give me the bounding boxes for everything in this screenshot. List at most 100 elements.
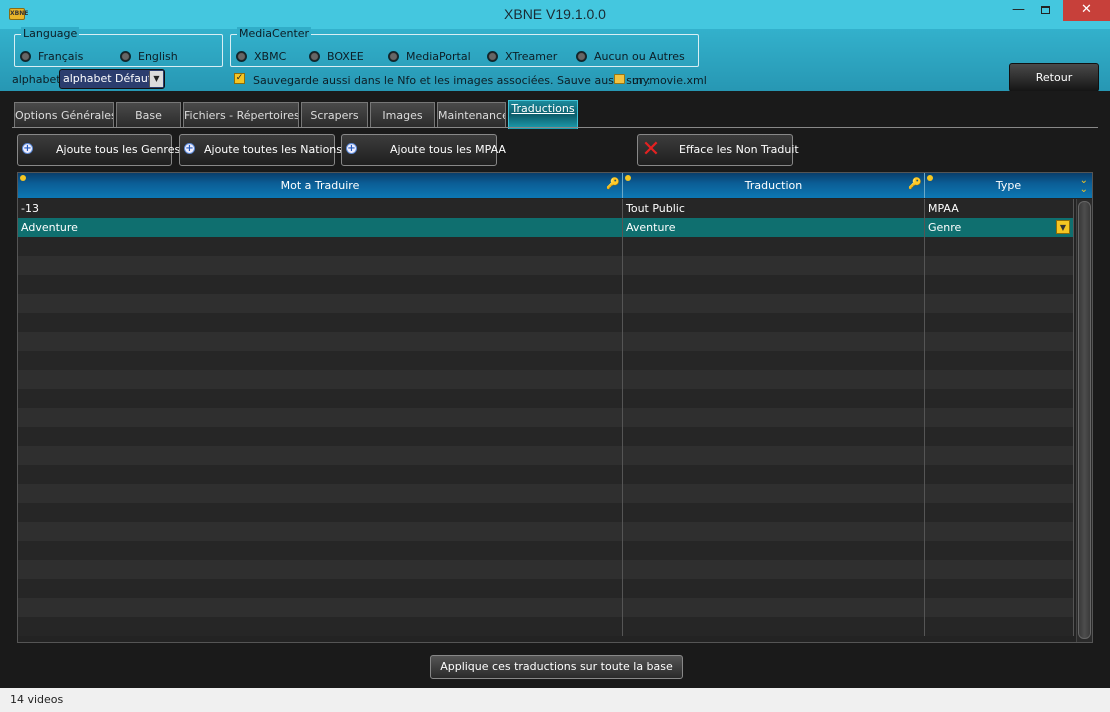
- table-cell: [623, 294, 925, 313]
- tab-strip: Options Générales Base Fichiers - Répert…: [0, 91, 1110, 130]
- tab-scrapers[interactable]: Scrapers: [301, 102, 368, 128]
- table-cell: [925, 617, 1074, 636]
- tab-options-generales[interactable]: Options Générales: [14, 102, 114, 128]
- table-cell: [623, 560, 925, 579]
- table-cell: [623, 541, 925, 560]
- language-group: Language Français English: [14, 27, 223, 67]
- alphabet-select[interactable]: alphabet Défaut ▼: [59, 69, 165, 89]
- maximize-button[interactable]: [1032, 0, 1059, 21]
- column-header-type[interactable]: Type ⌄ ⌄: [925, 173, 1092, 198]
- table-row[interactable]: Adventure Aventure Genre ▼: [18, 218, 1074, 237]
- tab-base[interactable]: Base: [116, 102, 181, 128]
- add-genres-label: Ajoute tous les Genres: [56, 143, 181, 156]
- cell-text: Genre: [928, 221, 962, 234]
- add-mpaa-button[interactable]: + Ajoute tous les MPAA: [341, 134, 506, 166]
- table-cell[interactable]: -13: [18, 199, 623, 218]
- table-cell: [18, 484, 623, 503]
- empty-row: [18, 256, 1074, 275]
- radio-dot-icon: [388, 51, 399, 62]
- translations-grid[interactable]: Mot a Traduire 🔑 Traduction 🔑 Type ⌄ ⌄ -1…: [17, 172, 1093, 643]
- radio-xtreamer[interactable]: XTreamer: [487, 50, 557, 63]
- apply-translations-button[interactable]: Applique ces traductions sur toute la ba…: [430, 655, 683, 679]
- table-cell: [18, 522, 623, 541]
- add-mpaa-label: Ajoute tous les MPAA: [390, 143, 506, 156]
- table-cell: [18, 294, 623, 313]
- tab-maintenance[interactable]: Maintenance: [437, 102, 506, 128]
- empty-row: [18, 427, 1074, 446]
- close-button[interactable]: ✕: [1063, 0, 1110, 21]
- empty-row: [18, 503, 1074, 522]
- sort-dot-icon: [20, 175, 26, 181]
- radio-dot-icon: [20, 51, 31, 62]
- cell-text: Tout Public: [626, 202, 685, 215]
- radio-label: English: [138, 50, 178, 63]
- sort-dot-icon: [625, 175, 631, 181]
- cell-text: Aventure: [626, 221, 676, 234]
- radio-dot-icon: [487, 51, 498, 62]
- add-icon: +: [346, 143, 357, 154]
- table-cell: [18, 503, 623, 522]
- table-cell: [925, 256, 1074, 275]
- empty-row: [18, 541, 1074, 560]
- table-cell: [623, 598, 925, 617]
- radio-dot-icon: [236, 51, 247, 62]
- table-cell: [925, 446, 1074, 465]
- language-group-title: Language: [21, 27, 80, 40]
- radio-mediaportal[interactable]: MediaPortal: [388, 50, 471, 63]
- table-cell[interactable]: Adventure: [18, 218, 623, 237]
- key-icon: 🔑: [606, 177, 620, 190]
- minimize-button[interactable]: —: [1005, 0, 1032, 21]
- radio-label: Aucun ou Autres: [594, 50, 685, 63]
- radio-xbmc[interactable]: XBMC: [236, 50, 286, 63]
- column-header-mot[interactable]: Mot a Traduire 🔑: [18, 173, 623, 198]
- table-cell: [18, 351, 623, 370]
- save-file-name: mymovie.xml: [632, 74, 707, 87]
- table-cell: [623, 275, 925, 294]
- table-cell: [925, 332, 1074, 351]
- tab-traductions[interactable]: Traductions: [508, 100, 578, 129]
- save-nfo-checkbox[interactable]: ✓: [234, 73, 245, 84]
- table-cell: [925, 313, 1074, 332]
- column-header-label: Traduction: [744, 179, 803, 192]
- table-cell[interactable]: Tout Public: [623, 199, 925, 218]
- tab-fichiers-repertoires[interactable]: Fichiers - Répertoires: [183, 102, 299, 128]
- add-genres-button[interactable]: + Ajoute tous les Genres: [17, 134, 180, 166]
- table-cell: [623, 313, 925, 332]
- retour-button[interactable]: Retour: [1009, 63, 1099, 92]
- table-cell: [925, 579, 1074, 598]
- clear-untranslated-button[interactable]: ✕ Efface les Non Traduit: [637, 134, 799, 166]
- add-nations-button[interactable]: + Ajoute toutes les Nations: [179, 134, 342, 166]
- table-cell: [925, 427, 1074, 446]
- table-row[interactable]: -13 Tout Public MPAA: [18, 199, 1074, 218]
- grid-scrollbar[interactable]: [1076, 199, 1092, 642]
- status-bar: 14 videos: [0, 688, 1110, 712]
- file-icon: [614, 74, 625, 84]
- save-nfo-label: Sauvegarde aussi dans le Nfo et les imag…: [253, 74, 651, 87]
- radio-boxee[interactable]: BOXEE: [309, 50, 364, 63]
- table-cell[interactable]: Aventure: [623, 218, 925, 237]
- table-cell[interactable]: MPAA: [925, 199, 1074, 218]
- scrollbar-thumb[interactable]: [1078, 201, 1091, 639]
- table-cell: [18, 389, 623, 408]
- table-cell: [925, 370, 1074, 389]
- table-cell: [623, 427, 925, 446]
- empty-row: [18, 560, 1074, 579]
- table-cell: [18, 427, 623, 446]
- table-cell: [925, 351, 1074, 370]
- table-cell[interactable]: Genre ▼: [925, 218, 1074, 237]
- table-cell: [925, 560, 1074, 579]
- table-cell: [18, 579, 623, 598]
- cell-text: -13: [21, 202, 39, 215]
- column-header-traduction[interactable]: Traduction 🔑: [623, 173, 925, 198]
- chevron-down-icon[interactable]: ▼: [1056, 220, 1070, 234]
- delete-icon: ✕: [641, 137, 661, 162]
- table-cell: [18, 617, 623, 636]
- radio-francais[interactable]: Français: [20, 50, 83, 63]
- video-count: 14 videos: [10, 693, 64, 706]
- radio-label: XBMC: [254, 50, 287, 63]
- chevron-down-icon[interactable]: ▼: [149, 71, 163, 87]
- tab-images[interactable]: Images: [370, 102, 435, 128]
- radio-english[interactable]: English: [120, 50, 178, 63]
- grid-header: Mot a Traduire 🔑 Traduction 🔑 Type ⌄ ⌄: [18, 173, 1092, 198]
- radio-aucun[interactable]: Aucun ou Autres: [576, 50, 685, 63]
